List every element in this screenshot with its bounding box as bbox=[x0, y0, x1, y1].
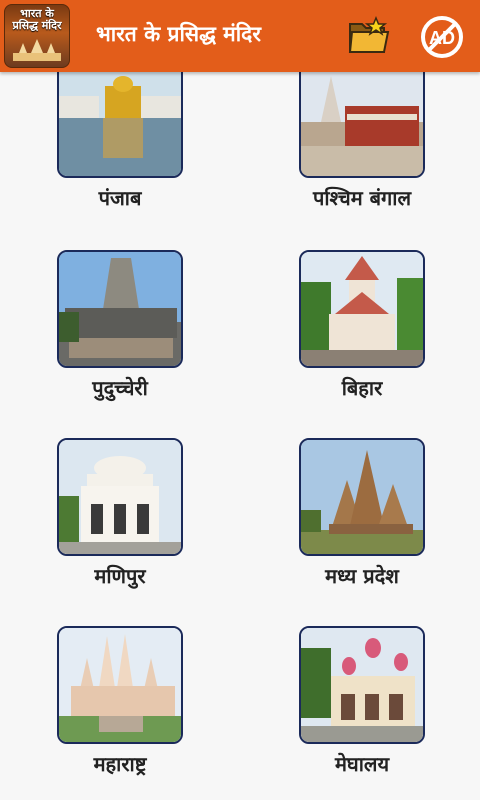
no-ads-button[interactable]: AD bbox=[418, 14, 466, 60]
maharashtra-temple-image bbox=[57, 626, 183, 744]
state-tile-maharashtra[interactable]: महाराष्ट्र bbox=[40, 626, 200, 786]
madhya-pradesh-temple-image bbox=[299, 438, 425, 556]
state-tile-meghalaya[interactable]: मेघालय bbox=[282, 626, 442, 786]
state-label: महाराष्ट्र bbox=[93, 752, 147, 776]
west-bengal-temple-image bbox=[299, 60, 425, 178]
meghalaya-temple-image bbox=[299, 626, 425, 744]
state-label: पंजाब bbox=[98, 186, 142, 210]
state-tile-punjab[interactable]: पंजाब bbox=[40, 60, 200, 222]
state-label: मेघालय bbox=[334, 752, 390, 776]
state-tile-bihar[interactable]: बिहार bbox=[282, 250, 442, 410]
folder-button[interactable] bbox=[346, 16, 390, 56]
state-label: बिहार bbox=[341, 376, 383, 400]
state-tile-madhya-pradesh[interactable]: मध्य प्रदेश bbox=[282, 438, 442, 598]
manipur-temple-image bbox=[57, 438, 183, 556]
state-label: पश्चिम बंगाल bbox=[312, 186, 412, 210]
temple-icon bbox=[13, 39, 61, 61]
app-logo: भारत के प्रसिद्ध मंदिर bbox=[4, 4, 70, 68]
app-bar: भारत के प्रसिद्ध मंदिर भारत के प्रसिद्ध … bbox=[0, 0, 480, 72]
state-tile-west-bengal[interactable]: पश्चिम बंगाल bbox=[282, 60, 442, 222]
no-ads-icon: AD bbox=[421, 16, 463, 58]
app-logo-text: भारत के प्रसिद्ध मंदिर bbox=[12, 7, 62, 32]
state-tile-puducherry[interactable]: पुदुच्चेरी bbox=[40, 250, 200, 410]
punjab-temple-image bbox=[57, 60, 183, 178]
folder-star-icon bbox=[348, 16, 390, 53]
app-title: भारत के प्रसिद्ध मंदिर bbox=[96, 22, 261, 46]
puducherry-temple-image bbox=[57, 250, 183, 368]
state-grid: पंजाब पश्चिम बंगाल पुदुच्चेरी बिहार मणिप… bbox=[0, 60, 480, 800]
state-tile-manipur[interactable]: मणिपुर bbox=[40, 438, 200, 598]
bihar-temple-image bbox=[299, 250, 425, 368]
state-label: मध्य प्रदेश bbox=[325, 564, 399, 588]
state-label: पुदुच्चेरी bbox=[92, 376, 148, 400]
state-label: मणिपुर bbox=[94, 564, 146, 588]
